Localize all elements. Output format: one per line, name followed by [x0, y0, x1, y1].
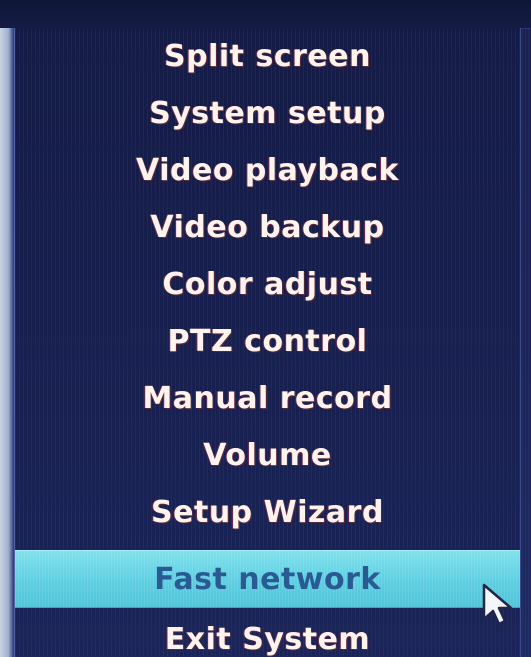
menu-item-label: Color adjust: [162, 266, 373, 302]
menu-item-volume[interactable]: Volume: [15, 427, 520, 483]
menu-item-setup-wizard[interactable]: Setup Wizard: [15, 484, 520, 540]
menu-item-system-setup[interactable]: System setup: [15, 85, 520, 141]
menu-item-label: Fast network: [154, 561, 381, 597]
mouse-pointer-icon: [482, 583, 513, 626]
menu-item-exit-system[interactable]: Exit System: [15, 611, 520, 657]
main-menu: Split screen System setup Video playback…: [14, 28, 521, 657]
menu-item-label: Setup Wizard: [151, 494, 384, 530]
menu-item-video-playback[interactable]: Video playback: [15, 142, 520, 198]
menu-item-split-screen[interactable]: Split screen: [15, 28, 520, 84]
top-status-strip: [0, 0, 531, 29]
menu-item-manual-record[interactable]: Manual record: [15, 370, 520, 426]
menu-item-label: Exit System: [164, 621, 371, 657]
menu-item-label: Manual record: [142, 380, 393, 416]
menu-item-fast-network[interactable]: Fast network: [15, 550, 520, 608]
menu-item-label: Split screen: [164, 38, 371, 74]
menu-item-label: Video playback: [136, 152, 399, 188]
dvr-screen: Split screen System setup Video playback…: [0, 0, 531, 657]
menu-item-label: Video backup: [150, 209, 385, 245]
menu-item-label: System setup: [149, 95, 386, 131]
menu-item-label: Volume: [203, 437, 332, 473]
background-window-edge: [0, 28, 14, 657]
menu-item-label: PTZ control: [167, 323, 368, 359]
menu-item-video-backup[interactable]: Video backup: [15, 199, 520, 255]
menu-item-ptz-control[interactable]: PTZ control: [15, 313, 520, 369]
menu-item-color-adjust[interactable]: Color adjust: [15, 256, 520, 312]
